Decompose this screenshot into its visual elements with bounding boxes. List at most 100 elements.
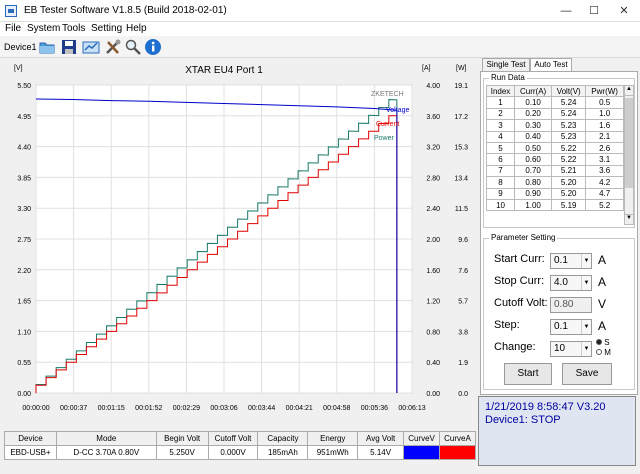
- stop-curr-label: Stop Curr:: [494, 275, 545, 287]
- menu-setting[interactable]: Setting: [91, 23, 122, 34]
- tab-auto-test[interactable]: Auto Test: [530, 58, 572, 72]
- v-tick-label: 0.00: [17, 391, 31, 398]
- legend-power: Power: [374, 135, 395, 142]
- a-tick-label: 2.80: [426, 175, 440, 182]
- col-volt[interactable]: Volt(V): [551, 84, 587, 98]
- open-folder-icon[interactable]: [38, 38, 56, 56]
- table-cell: 5.24: [551, 107, 587, 121]
- col-index[interactable]: Index: [485, 84, 516, 98]
- chart-view-icon[interactable]: [82, 38, 100, 56]
- v-tick-label: 4.40: [17, 145, 31, 152]
- v-tick-label: 2.75: [17, 237, 31, 244]
- title-bar: EB Tester Software V1.8.5 (Build 2018-02…: [0, 0, 640, 22]
- step-select[interactable]: 0.1 ▼: [550, 319, 592, 335]
- table-row[interactable]: 6 0.60 5.22 3.1: [485, 153, 624, 166]
- table-cell: 3: [485, 119, 516, 132]
- info-icon[interactable]: [144, 38, 162, 56]
- table-cell: 2.6: [585, 141, 624, 155]
- summary-header: Avg Volt: [357, 431, 405, 446]
- minimize-icon[interactable]: —: [556, 3, 576, 19]
- table-row[interactable]: 2 0.20 5.24 1.0: [485, 107, 624, 121]
- a-tick-label: 2.40: [426, 206, 440, 213]
- radio-minutes-label: M: [604, 348, 611, 357]
- table-cell: 0.40: [514, 130, 553, 143]
- table-row[interactable]: 1 0.10 5.24 0.5: [485, 96, 624, 109]
- table-cell: 5.20: [551, 187, 587, 200]
- table-cell: 5.19: [551, 198, 587, 212]
- radio-seconds[interactable]: S: [596, 338, 610, 347]
- start-curr-select[interactable]: 0.1 ▼: [550, 253, 592, 269]
- start-button[interactable]: Start: [504, 363, 552, 385]
- summary-header: CurveA: [439, 431, 476, 446]
- table-row[interactable]: 7 0.70 5.21 3.6: [485, 164, 624, 178]
- menu-bar: File System Tools Setting Help: [0, 22, 640, 36]
- save-button[interactable]: Save: [562, 363, 612, 385]
- menu-system[interactable]: System: [27, 23, 60, 34]
- chevron-down-icon: ▼: [581, 276, 591, 290]
- test-chart: 0.00 0.00 0.0 00:00:00 0.55 0.40 1.9 00:00:37 1.…: [14, 65, 468, 412]
- table-row[interactable]: 4 0.40 5.23 2.1: [485, 130, 624, 143]
- w-tick-label: 13.4: [454, 175, 468, 182]
- tools-icon[interactable]: [104, 38, 122, 56]
- table-cell: 5.20: [551, 176, 587, 189]
- radio-minutes[interactable]: M: [596, 348, 611, 357]
- tab-single-test[interactable]: Single Test: [482, 58, 530, 71]
- summary-value: 5.14V: [357, 445, 405, 460]
- summary-header: CurveV: [403, 431, 440, 446]
- cutoff-volt-input[interactable]: 0.80: [550, 297, 592, 313]
- a-tick-label: 4.00: [426, 83, 440, 90]
- table-cell: 5.22: [551, 141, 587, 155]
- v-tick-label: 1.10: [17, 329, 31, 336]
- run-data-scrollbar[interactable]: ▲ ▼: [624, 85, 634, 225]
- table-cell: 8: [485, 176, 516, 189]
- table-cell: 10: [485, 198, 516, 212]
- table-row[interactable]: 5 0.50 5.22 2.6: [485, 141, 624, 155]
- table-cell: 6: [485, 153, 516, 166]
- table-row[interactable]: 10 1.00 5.19 5.2: [485, 198, 624, 212]
- parameter-group: Parameter Setting Start Curr: 0.1 ▼ A Sto…: [483, 233, 635, 390]
- start-curr-value: 0.1: [554, 255, 568, 266]
- table-cell: 7: [485, 164, 516, 178]
- search-icon[interactable]: [124, 38, 142, 56]
- table-row[interactable]: 8 0.80 5.20 4.2: [485, 176, 624, 189]
- change-value: 10: [554, 343, 566, 354]
- table-row[interactable]: 3 0.30 5.23 1.6: [485, 119, 624, 132]
- a-tick-label: 3.60: [426, 114, 440, 121]
- x-tick-label: 00:00:00: [22, 405, 49, 412]
- menu-file[interactable]: File: [5, 23, 21, 34]
- col-curr[interactable]: Curr(A): [514, 84, 553, 98]
- table-cell: 0.60: [514, 153, 553, 166]
- x-tick-label: 00:04:58: [323, 405, 350, 412]
- change-select[interactable]: 10 ▼: [550, 341, 592, 357]
- save-disk-icon[interactable]: [60, 38, 78, 56]
- summary-header: Capacity: [257, 431, 309, 446]
- window-title: EB Tester Software V1.8.5 (Build 2018-02…: [24, 5, 227, 16]
- menu-help[interactable]: Help: [126, 23, 147, 34]
- table-cell: 0.5: [585, 96, 624, 109]
- v-tick-label: 1.65: [17, 299, 31, 306]
- a-tick-label: 0.40: [426, 360, 440, 367]
- close-icon[interactable]: ✕: [614, 3, 634, 19]
- scroll-down-icon[interactable]: ▼: [625, 214, 633, 224]
- stop-curr-unit: A: [598, 275, 607, 289]
- stop-curr-select[interactable]: 4.0 ▼: [550, 275, 592, 291]
- summary-table: Device Mode Begin Volt Cutoff Volt Capacity E…: [4, 431, 476, 461]
- x-tick-label: 00:03:44: [248, 405, 275, 412]
- col-pwr[interactable]: Pwr(W): [585, 84, 624, 98]
- summary-value: [439, 445, 476, 460]
- cutoff-volt-unit: V: [598, 297, 607, 311]
- v-tick-label: 4.95: [17, 114, 31, 121]
- chevron-down-icon: ▼: [581, 320, 591, 334]
- x-tick-label: 00:04:21: [286, 405, 313, 412]
- table-cell: 5.21: [551, 164, 587, 178]
- table-cell: 5: [485, 141, 516, 155]
- table-cell: 5.23: [551, 119, 587, 132]
- scroll-up-icon[interactable]: ▲: [625, 86, 633, 96]
- a-tick-label: 1.20: [426, 299, 440, 306]
- menu-tools[interactable]: Tools: [62, 23, 85, 34]
- scroll-thumb[interactable]: [625, 98, 633, 188]
- maximize-icon[interactable]: ☐: [584, 3, 604, 19]
- table-row[interactable]: 9 0.90 5.20 4.7: [485, 187, 624, 200]
- summary-header: Energy: [307, 431, 359, 446]
- w-tick-label: 0.0: [458, 391, 468, 398]
